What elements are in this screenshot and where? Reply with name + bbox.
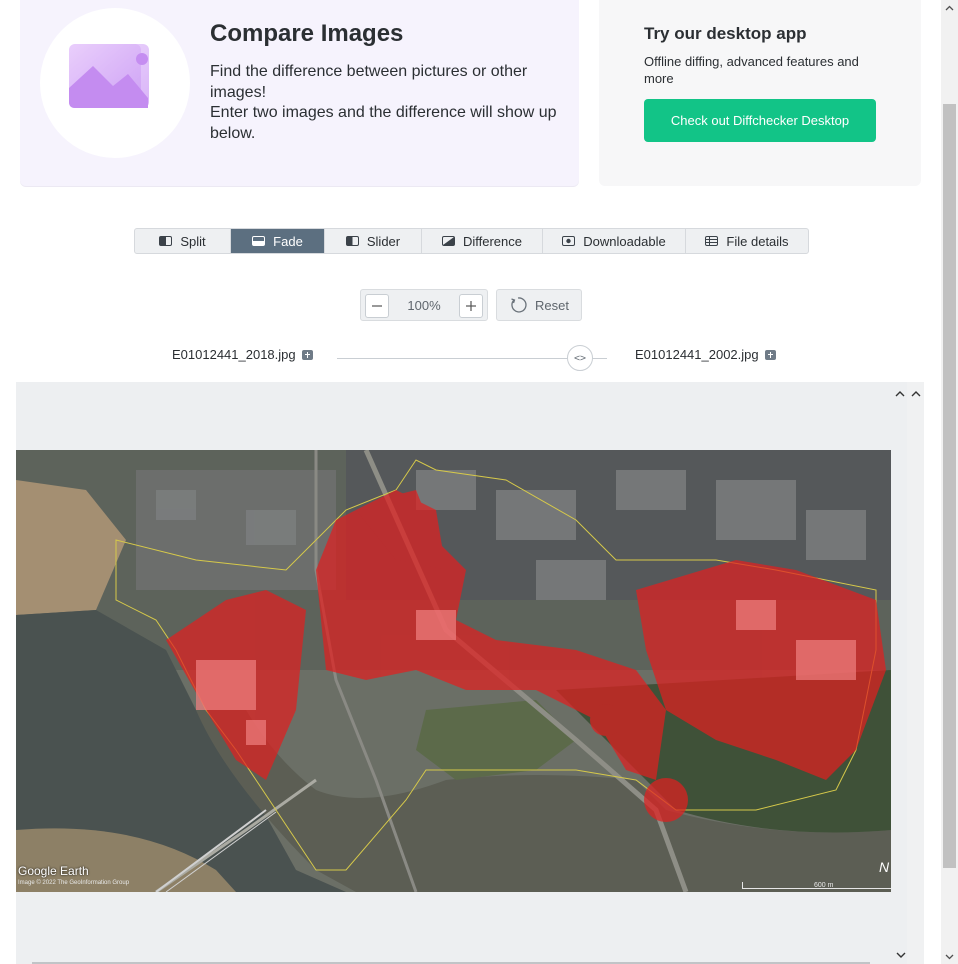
plus-icon [466,301,476,311]
right-file-name: E01012441_2002.jpg [635,347,759,362]
desktop-app-button[interactable]: Check out Diffchecker Desktop [644,99,876,142]
north-arrow-icon: N [879,859,890,875]
zoom-in-button[interactable] [459,294,483,318]
zoom-out-button[interactable] [365,294,389,318]
viewer-scrollbar[interactable] [907,382,924,964]
google-earth-watermark: Google Earth [18,864,89,878]
slider-icon [345,236,359,246]
fade-icon [252,236,266,246]
page-title: Compare Images [210,20,404,47]
file-details-icon [705,236,719,246]
reset-zoom-button[interactable]: Reset [496,289,582,321]
scroll-down-arrow-icon[interactable] [894,948,908,962]
change-left-image-icon[interactable] [301,349,313,360]
tab-label: Downloadable [583,233,666,249]
minus-icon [372,305,382,307]
image-viewer[interactable]: Google Earth Image © 2022 The GeoInforma… [16,382,924,964]
hero-instruction-line: Enter two images and the difference will… [210,104,557,142]
tab-label: Slider [366,233,401,249]
left-file: E01012441_2018.jpg [172,347,313,362]
tab-downloadable[interactable]: Downloadable [543,229,686,253]
promo-title: Try our desktop app [644,24,807,43]
tab-file-details[interactable]: File details [686,229,808,253]
tab-label: Split [180,233,206,249]
reset-icon [511,297,527,313]
fade-slider-handle[interactable]: <> [567,345,593,371]
page-scroll-thumb[interactable] [943,104,956,868]
tab-label: Fade [273,233,303,249]
scroll-up-arrow-icon[interactable] [893,386,907,400]
reset-label: Reset [535,297,569,313]
download-icon [562,236,576,246]
map-credit: Image © 2022 The GeoInformation Group [18,880,130,886]
compared-image: Google Earth Image © 2022 The GeoInforma… [16,450,891,892]
zoom-control: 100% [360,289,488,321]
aerial-map-image [16,450,891,892]
hero-description: Find the difference between pictures or … [210,62,570,144]
tab-fade[interactable]: Fade [231,229,325,253]
view-mode-tabs: Split Fade Slider Difference Downloadabl… [134,228,809,254]
left-file-name: E01012441_2018.jpg [172,347,296,362]
hero-description-line: Find the difference between pictures or … [210,63,528,101]
tab-difference[interactable]: Difference [422,229,543,253]
page-scroll-up-icon[interactable] [945,3,954,12]
zoom-level: 100% [407,297,441,313]
page-scroll-down-icon[interactable] [945,952,954,961]
tab-slider[interactable]: Slider [325,229,422,253]
tab-split[interactable]: Split [135,229,231,253]
difference-icon [441,236,455,246]
compare-images-card: Compare Images Find the difference betwe… [20,0,579,186]
map-scale-label: 600 m [814,882,834,889]
desktop-app-promo: Try our desktop app Offline diffing, adv… [599,0,921,186]
change-right-image-icon[interactable] [764,349,776,360]
tab-label: File details [726,233,789,249]
page-scrollbar[interactable] [941,0,958,964]
image-illustration-icon [69,44,149,108]
right-file: E01012441_2002.jpg [635,347,776,362]
split-icon [159,236,173,246]
promo-description: Offline diffing, advanced features and m… [644,54,859,86]
scroll-top-arrow-icon[interactable] [909,386,923,400]
tab-label: Difference [462,233,522,249]
